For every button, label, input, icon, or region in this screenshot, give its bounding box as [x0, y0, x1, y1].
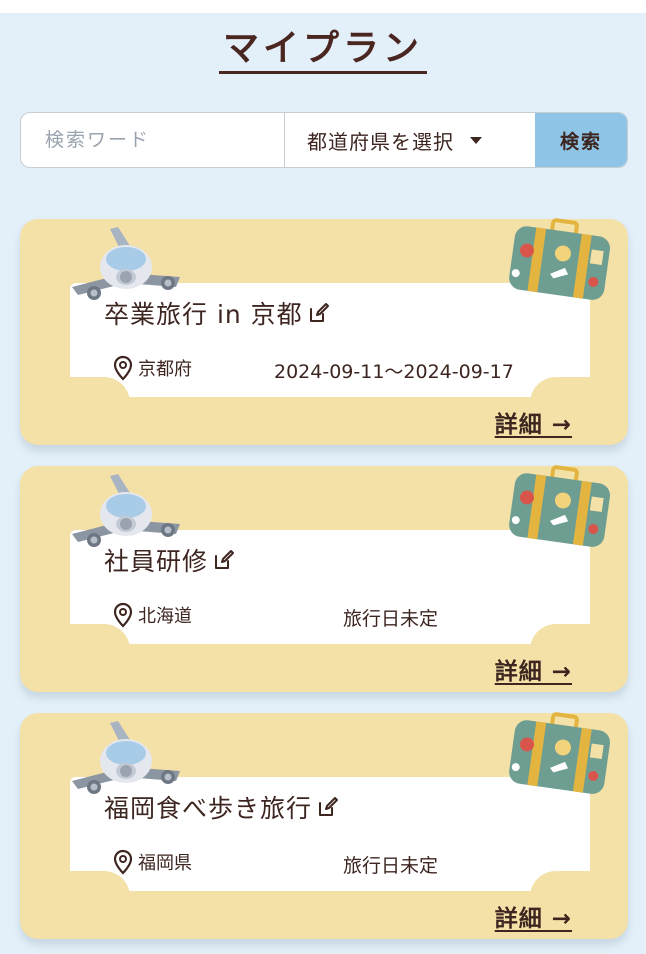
prefecture-select[interactable]: 都道府県を選択	[284, 113, 535, 167]
location-pin-icon	[112, 602, 134, 628]
detail-link[interactable]: 詳細 →	[495, 899, 572, 933]
suitcase-icon	[504, 462, 614, 552]
edit-icon[interactable]	[316, 795, 340, 819]
prefecture-select-label: 都道府県を選択	[307, 129, 454, 154]
plan-card[interactable]: 福岡食べ歩き旅行 福岡県 旅行日未定 詳細 →	[20, 713, 628, 939]
detail-link[interactable]: 詳細 →	[495, 405, 572, 439]
page-title-text: マイプラン	[218, 31, 427, 74]
plan-title-text: 福岡食べ歩き旅行	[104, 794, 313, 823]
suitcase-icon	[504, 709, 614, 799]
airplane-icon	[64, 468, 188, 550]
search-input[interactable]	[21, 113, 284, 167]
plan-location: 北海道	[112, 602, 192, 628]
plan-location: 福岡県	[112, 849, 192, 875]
plan-card[interactable]: 卒業旅行 in 京都 京都府 2024-09-11〜2024-09-17 詳細 …	[20, 219, 628, 445]
location-text: 北海道	[138, 606, 192, 627]
search-button[interactable]: 検索	[535, 113, 627, 167]
plan-title: 卒業旅行 in 京都	[104, 295, 331, 331]
plan-dates: 旅行日未定	[343, 855, 439, 877]
plan-title: 福岡食べ歩き旅行	[104, 789, 340, 825]
location-text: 福岡県	[138, 853, 192, 874]
search-bar: 都道府県を選択 検索	[20, 112, 628, 168]
detail-link[interactable]: 詳細 →	[495, 652, 572, 686]
plan-title: 社員研修	[104, 542, 236, 578]
location-pin-icon	[112, 355, 134, 381]
airplane-icon	[64, 221, 188, 303]
edit-icon[interactable]	[212, 548, 236, 572]
suitcase-icon	[504, 215, 614, 305]
location-text: 京都府	[138, 359, 192, 380]
location-pin-icon	[112, 849, 134, 875]
plan-dates: 2024-09-11〜2024-09-17	[274, 361, 514, 383]
airplane-icon	[64, 715, 188, 797]
plan-title-text: 卒業旅行 in 京都	[104, 300, 303, 329]
plan-dates: 旅行日未定	[343, 608, 439, 630]
top-bar	[0, 0, 646, 13]
edit-icon[interactable]	[307, 301, 331, 325]
plan-card[interactable]: 社員研修 北海道 旅行日未定 詳細 →	[20, 466, 628, 692]
page-title: マイプラン	[0, 28, 646, 74]
plan-title-text: 社員研修	[104, 547, 209, 576]
chevron-down-icon	[470, 136, 482, 144]
plan-location: 京都府	[112, 355, 192, 381]
